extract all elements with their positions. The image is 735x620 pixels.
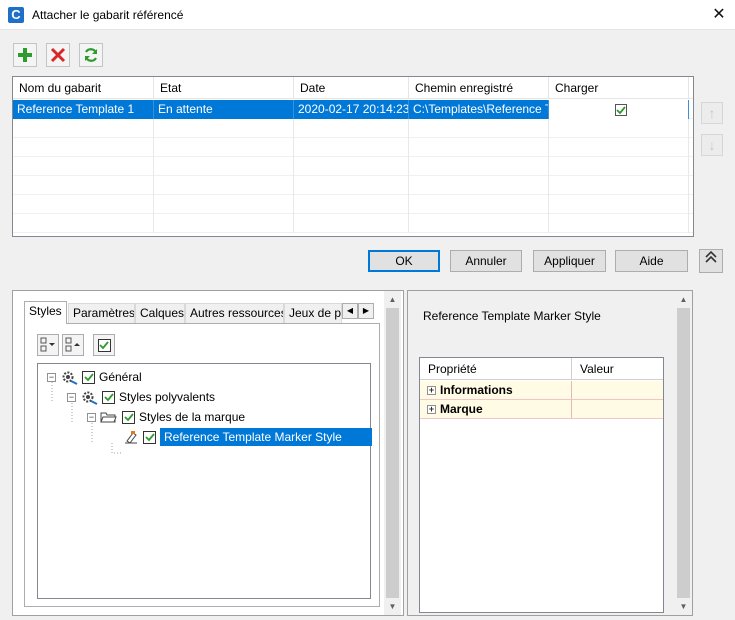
- checkmark-icon: [83, 373, 94, 382]
- move-down-button[interactable]: ↓: [701, 134, 723, 156]
- scroll-up-arrow[interactable]: ▲: [675, 291, 692, 308]
- tab-jeux-de-proprietes[interactable]: Jeux de propriétés: [284, 303, 342, 323]
- load-checkbox[interactable]: [614, 103, 627, 116]
- marker-style-checkbox[interactable]: [143, 430, 156, 444]
- tree-label: Styles polyvalents: [119, 390, 216, 404]
- apply-button[interactable]: Appliquer: [533, 250, 606, 272]
- property-value[interactable]: [572, 381, 663, 400]
- expand-tree-icon: [40, 337, 55, 352]
- left-panel-scrollbar[interactable]: ▲ ▼: [384, 291, 401, 615]
- table-row: [13, 214, 693, 233]
- tree-node-multipurpose-styles[interactable]: − Styles polyvalents: [67, 388, 215, 406]
- template-load-cell[interactable]: [549, 100, 689, 119]
- scroll-down-arrow[interactable]: ▼: [384, 598, 401, 615]
- tree-node-general[interactable]: − Général: [47, 368, 142, 386]
- collapse-node-toggle[interactable]: −: [47, 372, 56, 382]
- checkmark-icon: [144, 433, 155, 442]
- tab-autres-ressources[interactable]: Autres ressources: [185, 303, 284, 323]
- column-date-header[interactable]: Date: [294, 77, 409, 99]
- remove-template-button[interactable]: [46, 43, 70, 67]
- tab-parametres[interactable]: Paramètres: [68, 303, 135, 323]
- help-button[interactable]: Aide: [615, 250, 688, 272]
- double-chevron-up-icon: [705, 250, 717, 263]
- refresh-icon: [84, 48, 98, 62]
- ok-button[interactable]: OK: [368, 250, 440, 272]
- tree-label: Général: [99, 370, 142, 384]
- column-load-header[interactable]: Charger: [549, 77, 689, 99]
- table-row[interactable]: Reference Template 1 En attente 2020-02-…: [13, 100, 693, 119]
- property-row-marque[interactable]: + Marque: [420, 400, 663, 419]
- scroll-down-arrow[interactable]: ▼: [675, 598, 692, 615]
- tree-label: Styles de la marque: [139, 410, 246, 424]
- red-x-icon: [50, 47, 66, 63]
- tab-calques[interactable]: Calques: [135, 303, 185, 323]
- tab-scroll-right-button[interactable]: ▶: [358, 303, 374, 319]
- window-title: Attacher le gabarit référencé: [32, 8, 184, 22]
- collapse-node-toggle[interactable]: −: [67, 392, 76, 402]
- marker-style-icon: [125, 431, 137, 444]
- arrow-up-icon: ↑: [708, 105, 716, 121]
- value-column-header[interactable]: Valeur: [572, 358, 663, 380]
- grid-header: Nom du gabarit Etat Date Chemin enregist…: [13, 77, 693, 99]
- styles-tree: − Général − Styles polyvalents − Styles …: [37, 363, 372, 599]
- template-name-cell[interactable]: Reference Template 1: [13, 100, 154, 119]
- move-up-button[interactable]: ↑: [701, 102, 723, 124]
- table-row: [13, 138, 693, 157]
- checkmark-icon: [123, 413, 134, 422]
- open-folder-icon: [100, 412, 117, 423]
- column-path-header[interactable]: Chemin enregistré: [409, 77, 549, 99]
- checkmark-icon: [99, 341, 109, 350]
- collapse-tree-icon: [65, 337, 80, 352]
- gear-icon: [82, 391, 98, 405]
- check-all-button[interactable]: [93, 334, 115, 356]
- tab-scroll-left-button[interactable]: ◀: [342, 303, 358, 319]
- collapse-all-button[interactable]: [62, 334, 84, 356]
- general-checkbox[interactable]: [82, 370, 95, 384]
- table-row: [13, 176, 693, 195]
- template-grid: Nom du gabarit Etat Date Chemin enregist…: [12, 76, 694, 237]
- column-name-header[interactable]: Nom du gabarit: [13, 77, 154, 99]
- arrow-down-icon: ↓: [708, 137, 716, 153]
- refresh-button[interactable]: [79, 43, 103, 67]
- property-value[interactable]: [572, 400, 663, 419]
- scroll-thumb[interactable]: [677, 308, 690, 598]
- column-state-header[interactable]: Etat: [154, 77, 294, 99]
- property-row-informations[interactable]: + Informations: [420, 381, 663, 400]
- template-path-cell[interactable]: C:\Templates\Reference Template: [409, 100, 549, 119]
- expand-all-button[interactable]: [37, 334, 59, 356]
- multipurpose-checkbox[interactable]: [102, 390, 115, 404]
- property-column-header[interactable]: Propriété: [420, 358, 572, 380]
- checkmark-icon: [615, 105, 626, 114]
- expand-informations-toggle[interactable]: +: [427, 385, 436, 395]
- property-label: Informations: [440, 383, 513, 397]
- details-title: Reference Template Marker Style: [423, 309, 601, 323]
- add-template-button[interactable]: [13, 43, 37, 67]
- gear-icon: [62, 371, 78, 385]
- right-panel-scrollbar[interactable]: ▲ ▼: [675, 291, 692, 615]
- template-date-cell[interactable]: 2020-02-17 20:14:23: [294, 100, 409, 119]
- expand-marque-toggle[interactable]: +: [427, 404, 436, 414]
- property-grid-header: Propriété Valeur: [420, 358, 663, 380]
- table-row: [13, 195, 693, 214]
- property-label: Marque: [440, 402, 483, 416]
- tree-node-marker-style[interactable]: Reference Template Marker Style: [123, 428, 372, 446]
- scroll-thumb[interactable]: [386, 308, 399, 598]
- cancel-button[interactable]: Annuler: [450, 250, 522, 272]
- checkbox-icon: [97, 338, 111, 352]
- collapse-button[interactable]: [699, 249, 723, 273]
- close-button[interactable]: ✕: [708, 4, 730, 26]
- plus-icon: [18, 48, 32, 62]
- tab-styles[interactable]: Styles: [24, 301, 67, 324]
- checkmark-icon: [103, 393, 114, 402]
- scroll-up-arrow[interactable]: ▲: [384, 291, 401, 308]
- table-row: [13, 157, 693, 176]
- app-icon: C: [8, 7, 24, 23]
- tree-label-selected[interactable]: Reference Template Marker Style: [160, 428, 372, 446]
- tree-node-marker-styles[interactable]: − Styles de la marque: [87, 408, 245, 426]
- collapse-node-toggle[interactable]: −: [87, 412, 96, 422]
- marker-styles-checkbox[interactable]: [122, 410, 135, 424]
- property-grid: Propriété Valeur + Informations + Marque: [419, 357, 664, 613]
- template-state-cell[interactable]: En attente: [154, 100, 294, 119]
- table-row: [13, 119, 693, 138]
